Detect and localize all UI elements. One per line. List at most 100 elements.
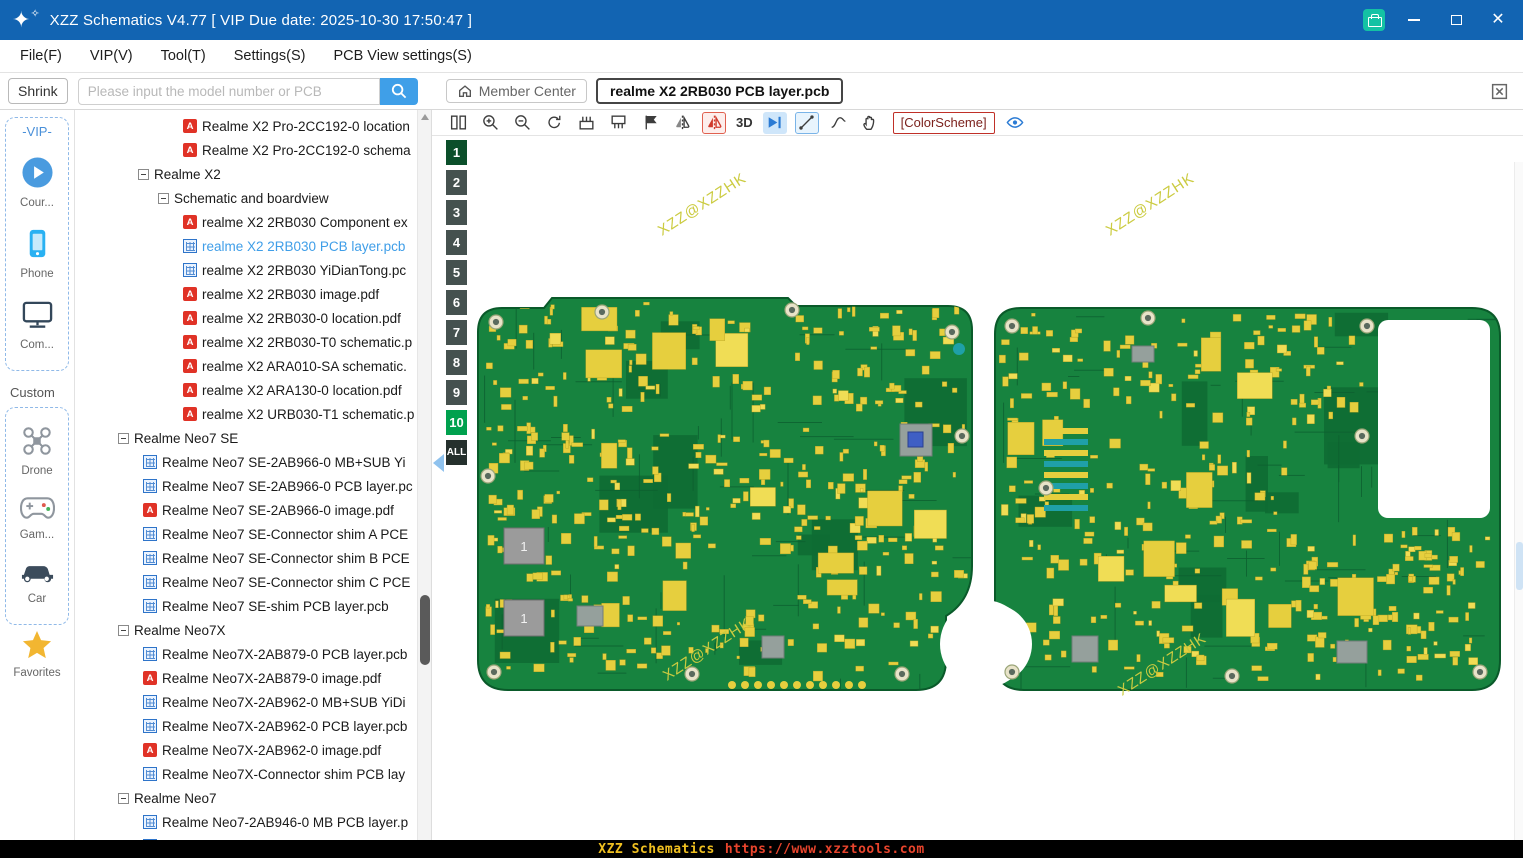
tree-item-realme-x2-2rb030-pcb-layer-pcb[interactable]: realme X2 2RB030 PCB layer.pcb — [75, 234, 417, 258]
tree-item-realme-neo7x[interactable]: Realme Neo7X — [75, 618, 417, 642]
tree-item-realme-neo7-se-connector-shim-c-pce[interactable]: Realme Neo7 SE-Connector shim C PCE — [75, 570, 417, 594]
sidebar-item-play-circle[interactable]: Cour... — [6, 147, 68, 218]
tree-item-realme-x2-2rb030-t0-schematic-p[interactable]: realme X2 2RB030-T0 schematic.p — [75, 330, 417, 354]
tree-item-realme-neo7x-2ab962-0-image-pdf[interactable]: Realme Neo7X-2AB962-0 image.pdf — [75, 738, 417, 762]
shrink-button[interactable]: Shrink — [8, 78, 68, 104]
menu-item-settings-s[interactable]: Settings(S) — [220, 40, 320, 72]
split-view-icon[interactable] — [446, 112, 470, 134]
tree-item-realme-x2-2rb030-yidiantong-pc[interactable]: realme X2 2RB030 YiDianTong.pc — [75, 258, 417, 282]
tree-item-label: Realme X2 — [154, 166, 221, 182]
sidebar-item-car[interactable]: Car — [6, 550, 68, 614]
eye-icon[interactable] — [1003, 112, 1027, 134]
member-center-button[interactable]: Member Center — [445, 79, 587, 103]
tree-scrollbar[interactable] — [417, 110, 431, 840]
drone-icon — [21, 425, 53, 462]
pcb-canvas[interactable]: 11XZZ@XZZHK XZZ@XZZHKXZZ@XZZHK XZZ@XZZHK — [432, 136, 1523, 840]
tree-scrollbar-thumb[interactable] — [420, 595, 430, 665]
tree-item-realme-x2-urb030-t1-schematic-p[interactable]: realme X2 URB030-T1 schematic.p — [75, 402, 417, 426]
collapse-icon[interactable] — [118, 432, 129, 444]
flag-icon[interactable] — [638, 112, 662, 134]
tree-item-realme-x2-pro-2cc192-0-schema[interactable]: Realme X2 Pro-2CC192-0 schema — [75, 138, 417, 162]
sidebar-item-gamepad[interactable]: Gam... — [6, 486, 68, 550]
active-document-tab[interactable]: realme X2 2RB030 PCB layer.pcb — [595, 78, 844, 104]
tree-item-label: Realme Neo7X-Connector shim PCB lay — [162, 766, 406, 782]
tree-item-realme-x2[interactable]: Realme X2 — [75, 162, 417, 186]
search-button[interactable] — [379, 77, 418, 105]
tree-item-realme-neo7-se-shim-pcb-layer-pcb[interactable]: Realme Neo7 SE-shim PCB layer.pcb — [75, 594, 417, 618]
close-all-tabs-icon[interactable] — [1490, 82, 1509, 101]
layer-button-7[interactable]: 7 — [446, 320, 467, 345]
layer-button-3[interactable]: 3 — [446, 200, 467, 225]
sidebar-item-phone[interactable]: Phone — [6, 218, 68, 289]
layer-button-2[interactable]: 2 — [446, 170, 467, 195]
sidebar-item-drone[interactable]: Drone — [6, 416, 68, 486]
main-scrollbar[interactable] — [1514, 162, 1523, 840]
maximize-button[interactable] — [1443, 7, 1469, 33]
zoom-out-icon[interactable] — [510, 112, 534, 134]
top-layer-icon[interactable] — [574, 112, 598, 134]
tree-item-realme-x2-ara010-sa-schematic[interactable]: realme X2 ARA010-SA schematic. — [75, 354, 417, 378]
collapse-icon[interactable] — [138, 168, 149, 180]
menu-item-pcb-view-settings-s[interactable]: PCB View settings(S) — [319, 40, 485, 72]
tree-item-realme-neo7-se-2ab966-0-image-pdf[interactable]: Realme Neo7 SE-2AB966-0 image.pdf — [75, 498, 417, 522]
close-button[interactable]: ✕ — [1485, 7, 1511, 33]
3d-label[interactable]: 3D — [734, 112, 755, 134]
tree-item-realme-neo7-se-2ab966-0-pcb-layer-pc[interactable]: Realme Neo7 SE-2AB966-0 PCB layer.pc — [75, 474, 417, 498]
refresh-icon[interactable] — [542, 112, 566, 134]
statusbar-url[interactable]: https://www.xzztools.com — [725, 842, 925, 857]
tree-item-realme-neo7[interactable]: Realme Neo7 — [75, 786, 417, 810]
tree-item-realme-neo7x-2ab962-0-pcb-layer-pcb[interactable]: Realme Neo7X-2AB962-0 PCB layer.pcb — [75, 714, 417, 738]
main-scrollbar-thumb[interactable] — [1516, 542, 1523, 590]
sidebar-item-computer[interactable]: Com... — [6, 289, 68, 360]
colorscheme-button[interactable]: [ColorScheme] — [892, 111, 995, 134]
collapse-icon[interactable] — [118, 792, 129, 804]
menu-item-file-f[interactable]: File(F) — [6, 40, 76, 72]
curve-icon[interactable] — [827, 112, 851, 134]
sidebar-item-favorites[interactable]: Favorites — [0, 630, 74, 679]
collapse-tree-icon[interactable] — [433, 454, 444, 472]
menu-item-vip-v[interactable]: VIP(V) — [76, 40, 147, 72]
layer-button-1[interactable]: 1 — [446, 140, 467, 165]
tree-item-realme-x2-ara130-0-location-pdf[interactable]: realme X2 ARA130-0 location.pdf — [75, 378, 417, 402]
collapse-icon[interactable] — [118, 624, 129, 636]
layer-button-8[interactable]: 8 — [446, 350, 467, 375]
tree-item-schematic-and-boardview[interactable]: Schematic and boardview — [75, 186, 417, 210]
tree-item-realme-neo7-2ab946-0-mb-pcb-layer-p[interactable]: Realme Neo7-2AB946-0 MB PCB layer.p — [75, 810, 417, 834]
tree-item-realme-x2-2rb030-0-location-pdf[interactable]: realme X2 2RB030-0 location.pdf — [75, 306, 417, 330]
tree-item-realme-x2-pro-2cc192-0-location[interactable]: Realme X2 Pro-2CC192-0 location — [75, 114, 417, 138]
tree-item-realme-neo7x-2ab879-0-image-pdf[interactable]: Realme Neo7X-2AB879-0 image.pdf — [75, 666, 417, 690]
bottom-layer-icon[interactable] — [606, 112, 630, 134]
layer-button-9[interactable]: 9 — [446, 380, 467, 405]
vip-section: -VIP- Cour... Phone Com... — [5, 117, 69, 371]
mirror-active-icon[interactable] — [702, 111, 726, 134]
layer-button-6[interactable]: 6 — [446, 290, 467, 315]
tree-item-realme-neo7x-2ab962-0-mb-sub-yidi[interactable]: Realme Neo7X-2AB962-0 MB+SUB YiDi — [75, 690, 417, 714]
pdf-file-icon — [183, 359, 197, 373]
collapse-icon[interactable] — [158, 192, 169, 204]
tree-item-realme-neo7x-connector-shim-pcb-lay[interactable]: Realme Neo7X-Connector shim PCB lay — [75, 762, 417, 786]
step-arrow-icon[interactable] — [762, 111, 787, 134]
layer-button-4[interactable]: 4 — [446, 230, 467, 255]
vip-status-icon[interactable] — [1363, 9, 1385, 31]
layer-button-10[interactable]: 10 — [446, 410, 467, 435]
tree-item-realme-x2-2rb030-image-pdf[interactable]: realme X2 2RB030 image.pdf — [75, 282, 417, 306]
tree-item-label: Realme Neo7 SE-2AB966-0 PCB layer.pc — [162, 478, 413, 494]
mirror-icon[interactable] — [670, 112, 694, 134]
tree-item-realme-neo7-se-connector-shim-a-pce[interactable]: Realme Neo7 SE-Connector shim A PCE — [75, 522, 417, 546]
diagonal-line-icon[interactable] — [794, 111, 819, 134]
menu-bar: File(F) VIP(V) Tool(T) Settings(S) PCB View … — [0, 40, 1523, 73]
pan-hand-icon[interactable] — [859, 112, 883, 134]
zoom-in-icon[interactable] — [478, 112, 502, 134]
tree-item-realme-neo7-se[interactable]: Realme Neo7 SE — [75, 426, 417, 450]
menu-item-tool-t[interactable]: Tool(T) — [147, 40, 220, 72]
tree-item-realme-x2-2rb030-component-ex[interactable]: realme X2 2RB030 Component ex — [75, 210, 417, 234]
tree-item-realme-neo7x-2ab879-0-pcb-layer-pcb[interactable]: Realme Neo7X-2AB879-0 PCB layer.pcb — [75, 642, 417, 666]
tree-item-realme-neo7-se-connector-shim-b-pce[interactable]: Realme Neo7 SE-Connector shim B PCE — [75, 546, 417, 570]
layer-button-all[interactable]: ALL — [446, 440, 467, 465]
minimize-button[interactable] — [1401, 7, 1427, 33]
search-input[interactable] — [77, 77, 380, 105]
tree-item-label: Realme Neo7 SE-shim PCB layer.pcb — [162, 598, 389, 614]
layer-button-5[interactable]: 5 — [446, 260, 467, 285]
tree-item-realme-neo7-se-2ab966-0-mb-sub-yi[interactable]: Realme Neo7 SE-2AB966-0 MB+SUB Yi — [75, 450, 417, 474]
scroll-up-icon[interactable] — [421, 114, 429, 120]
